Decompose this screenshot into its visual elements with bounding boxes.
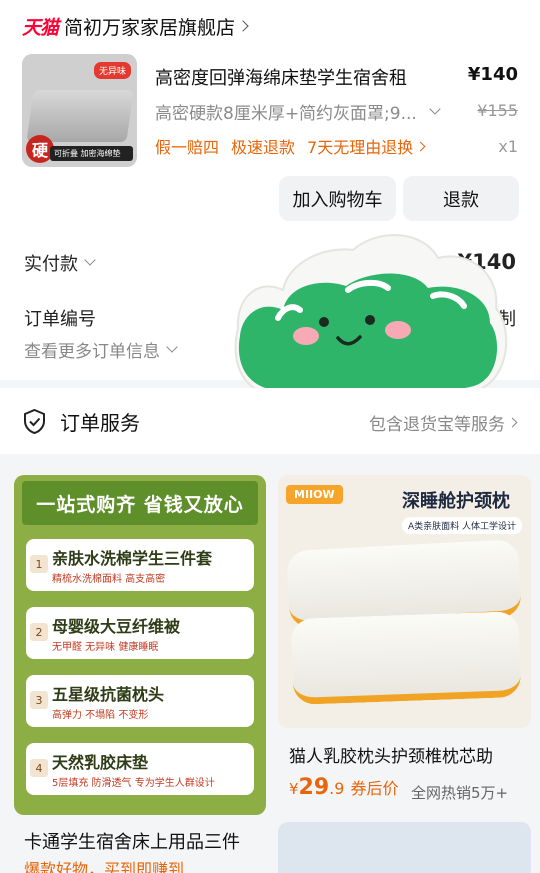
feature-item: 2 母婴级大豆纤维被 无甲醛 无异味 健康睡眠 xyxy=(26,607,254,659)
store-name[interactable]: 简初万家家居旗舰店 xyxy=(64,13,235,40)
recommend-right-sales: 全网热销5万+ xyxy=(411,784,509,802)
feature-sub: 高弹力 不塌陷 不变形 xyxy=(52,710,149,721)
add-to-cart-button[interactable]: 加入购物车 xyxy=(279,176,396,221)
order-service-row[interactable]: 订单服务 包含退货宝等服务 xyxy=(0,388,540,454)
feature-number: 3 xyxy=(30,691,48,709)
mattress-image xyxy=(26,90,134,142)
feature-title: 亲肤水洗棉学生三件套 xyxy=(52,549,213,568)
chevron-down-icon xyxy=(166,340,178,353)
feature-item: 4 天然乳胶床垫 5层填充 防滑透气 专为学生人群设计 xyxy=(26,743,254,795)
tmall-logo: 天猫 xyxy=(22,16,59,39)
recommend-right-title[interactable]: 猫人乳胶枕头护颈椎枕芯助 xyxy=(289,742,493,767)
chevron-right-icon xyxy=(415,141,426,151)
promo-1: 假一赔四 xyxy=(155,138,220,157)
recommend-card-right[interactable]: MIIOW 深睡舱护颈枕 A类亲肤面料 人体工学设计 xyxy=(278,475,531,728)
recommend-left-subtitle: 爆款好物，买到即赚到 xyxy=(24,860,185,873)
feature-item: 3 五星级抗菌枕头 高弹力 不塌陷 不变形 xyxy=(26,675,254,727)
promo-banner: 一站式购齐 省钱又放心 xyxy=(22,481,258,525)
product-spec[interactable]: 高密硬款8厘米厚+简约灰面罩;9... xyxy=(155,99,441,124)
order-service-title: 订单服务 xyxy=(60,411,140,435)
refund-button[interactable]: 退款 xyxy=(403,176,519,221)
feature-sub: 无甲醛 无异味 健康睡眠 xyxy=(52,642,159,653)
product-quantity: x1 xyxy=(498,137,518,156)
more-order-info-label: 查看更多订单信息 xyxy=(24,342,160,362)
cheek-left xyxy=(293,327,319,345)
price-note: 券后价 xyxy=(350,779,399,798)
product-title[interactable]: 高密度回弹海绵床垫学生宿舍租 xyxy=(155,64,407,90)
feature-title: 天然乳胶床垫 xyxy=(52,753,149,772)
chevron-right-icon xyxy=(507,417,518,428)
chevron-down-icon xyxy=(84,254,96,266)
cloud-face-sticker xyxy=(234,234,508,402)
chevron-down-icon xyxy=(429,102,441,115)
feature-item: 1 亲肤水洗棉学生三件套 精梳水洗棉面料 高支高密 xyxy=(26,539,254,591)
paid-amount-toggle[interactable]: 实付款 xyxy=(24,250,96,276)
order-number-label: 订单编号 xyxy=(24,309,96,330)
feature-sub: 5层填充 防滑透气 专为学生人群设计 xyxy=(52,778,215,789)
recommend-right-price: ¥ 29 .9 券后价 xyxy=(289,775,398,800)
service-promos[interactable]: 假一赔四 极速退款 7天无理由退换 xyxy=(155,134,426,158)
feature-title: 五星级抗菌枕头 xyxy=(52,685,165,704)
order-service-desc[interactable]: 包含退货宝等服务 xyxy=(369,410,518,435)
feature-number: 2 xyxy=(30,623,48,641)
recommend-left-title[interactable]: 卡通学生宿舍床上用品三件 xyxy=(24,828,240,854)
more-order-info[interactable]: 查看更多订单信息 xyxy=(24,337,178,362)
promo-2: 极速退款 xyxy=(231,138,296,157)
pillow-image-bottom xyxy=(290,611,522,705)
cheek-right xyxy=(385,321,411,339)
feature-number: 1 xyxy=(30,555,48,573)
paid-label: 实付款 xyxy=(24,254,78,275)
feature-title: 母婴级大豆纤维被 xyxy=(52,617,181,636)
product-spec-text: 高密硬款8厘米厚+简约灰面罩;9... xyxy=(155,104,417,124)
order-service-desc-text: 包含退货宝等服务 xyxy=(369,415,505,435)
product-thumbnail[interactable]: 无异味 硬 可折叠 加密海绵垫 xyxy=(22,54,137,167)
price-decimal: .9 xyxy=(329,779,345,798)
product-headline: 深睡舱护颈枕 xyxy=(402,491,510,512)
thumb-tag: 无异味 xyxy=(93,62,131,79)
recommend-card-right-2[interactable] xyxy=(278,822,531,873)
shield-check-icon xyxy=(24,408,45,435)
feature-sub: 精梳水洗棉面料 高支高密 xyxy=(52,574,166,585)
recommend-card-left[interactable]: 一站式购齐 省钱又放心 1 亲肤水洗棉学生三件套 精梳水洗棉面料 高支高密 2 … xyxy=(14,475,266,815)
thumb-strip: 可折叠 加密海绵垫 xyxy=(50,146,133,161)
original-price: ¥155 xyxy=(477,101,518,120)
chevron-right-icon xyxy=(237,20,249,32)
price-currency: ¥ xyxy=(289,780,299,798)
product-badge: A类亲肤面料 人体工学设计 xyxy=(402,517,523,534)
feature-number: 4 xyxy=(30,759,48,777)
brand-logo: MIIOW xyxy=(286,485,343,504)
store-header[interactable]: 天猫 简初万家家居旗舰店 xyxy=(22,10,249,42)
product-price: ¥140 xyxy=(467,64,518,85)
promo-3: 7天无理由退换 xyxy=(307,138,414,157)
price-integer: 29 xyxy=(298,775,330,800)
